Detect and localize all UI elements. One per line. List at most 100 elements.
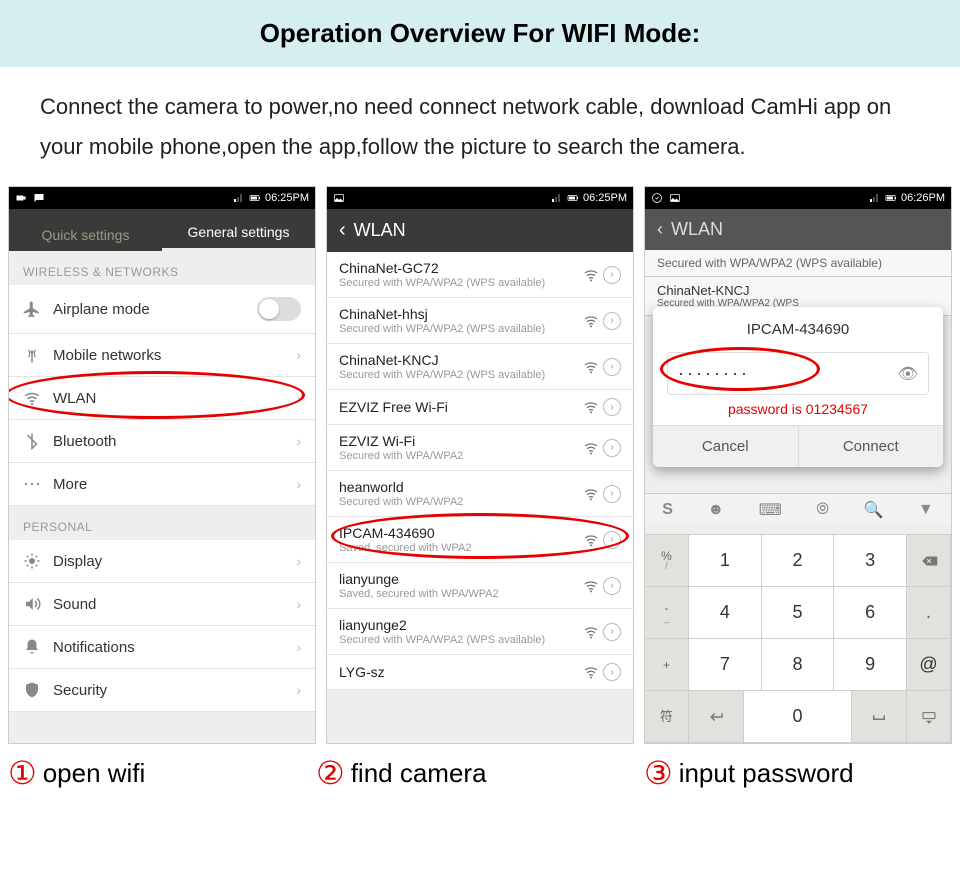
status-time: 06:25PM xyxy=(583,192,627,204)
eye-icon[interactable]: 👁 xyxy=(898,364,918,384)
network-row[interactable]: ChinaNet-GC72Secured with WPA/WPA2 (WPS … xyxy=(327,252,633,298)
network-row[interactable]: LYG-sz› xyxy=(327,655,633,690)
network-detail-icon[interactable]: › xyxy=(603,663,621,681)
step-number: ② xyxy=(316,754,345,792)
network-detail-icon[interactable]: › xyxy=(603,398,621,416)
step-number: ③ xyxy=(644,754,673,792)
status-time: 06:25PM xyxy=(265,192,309,204)
wifi-icon xyxy=(583,532,599,548)
key-symbol[interactable]: 符 xyxy=(645,691,689,743)
network-detail-icon[interactable]: › xyxy=(603,358,621,376)
row-wlan[interactable]: WLAN › xyxy=(9,377,315,420)
key-3[interactable]: 3 xyxy=(834,535,907,587)
key-6[interactable]: 6 xyxy=(834,587,907,639)
dim-row: Secured with WPA/WPA2 (WPS available) xyxy=(645,250,951,277)
dialog-title: IPCAM-434690 xyxy=(653,307,943,352)
network-row[interactable]: EZVIZ Free Wi-Fi › xyxy=(327,390,633,425)
row-more[interactable]: ⋯ More › xyxy=(9,463,315,506)
keyboard-toolbar: S ☻ ⌨ ⦾ 🔍 ▼ xyxy=(645,493,951,525)
captions-row: ① open wifi ② find camera ③ input passwo… xyxy=(0,744,960,812)
back-icon: ‹ xyxy=(657,219,663,240)
network-row[interactable]: heanworldSecured with WPA/WPA2› xyxy=(327,471,633,517)
chevron-icon: › xyxy=(296,682,301,698)
row-display[interactable]: Display › xyxy=(9,540,315,583)
row-sound[interactable]: Sound › xyxy=(9,583,315,626)
key-8[interactable]: 8 xyxy=(762,639,835,691)
network-detail-icon[interactable]: › xyxy=(603,439,621,457)
key-7[interactable]: 7 xyxy=(689,639,762,691)
network-list: ChinaNet-GC72Secured with WPA/WPA2 (WPS … xyxy=(327,252,633,690)
kb-emoji-icon[interactable]: ☻ xyxy=(707,501,724,519)
network-row[interactable]: ChinaNet-hhsjSecured with WPA/WPA2 (WPS … xyxy=(327,298,633,344)
tab-general-settings[interactable]: General settings xyxy=(162,224,315,251)
wifi-icon xyxy=(583,578,599,594)
network-row[interactable]: lianyunge2Secured with WPA/WPA2 (WPS ava… xyxy=(327,609,633,655)
password-input[interactable]: ········ 👁 xyxy=(667,352,929,395)
key-2[interactable]: 2 xyxy=(762,535,835,587)
kb-search-icon[interactable]: 🔍 xyxy=(864,500,884,520)
cancel-button[interactable]: Cancel xyxy=(653,426,798,467)
key-return[interactable] xyxy=(689,691,744,743)
key-side[interactable]: -_ xyxy=(645,587,689,639)
network-sub: Secured with WPA/WPA2 xyxy=(339,496,583,508)
network-sub: Secured with WPA/WPA2 (WPS available) xyxy=(339,277,583,289)
network-name: ChinaNet-GC72 xyxy=(339,260,583,276)
row-mobile-networks[interactable]: Mobile networks › xyxy=(9,334,315,377)
row-airplane[interactable]: Airplane mode xyxy=(9,285,315,334)
network-row[interactable]: IPCAM-434690Saved, secured with WPA2› xyxy=(327,517,633,563)
display-icon xyxy=(23,552,41,570)
row-label: Notifications xyxy=(53,639,284,656)
kb-keyboard-icon[interactable]: ⌨ xyxy=(759,500,782,520)
airplane-icon xyxy=(23,300,41,318)
airplane-toggle[interactable] xyxy=(257,297,301,321)
kb-s-icon[interactable]: S xyxy=(662,501,673,519)
network-row[interactable]: lianyungeSaved, secured with WPA/WPA2› xyxy=(327,563,633,609)
key-backspace[interactable] xyxy=(907,535,951,587)
network-row[interactable]: ChinaNet-KNCJSecured with WPA/WPA2 (WPS … xyxy=(327,344,633,390)
key-hide[interactable] xyxy=(907,691,951,743)
key-at[interactable]: @ xyxy=(907,639,951,691)
kb-collapse-icon[interactable]: ▼ xyxy=(918,501,934,519)
key-5[interactable]: 5 xyxy=(762,587,835,639)
key-side[interactable]: + xyxy=(645,639,689,691)
key-dot[interactable]: . xyxy=(907,587,951,639)
wifi-icon xyxy=(583,359,599,375)
battery-icon xyxy=(249,192,261,204)
network-detail-icon[interactable]: › xyxy=(603,531,621,549)
signal-icon xyxy=(551,192,563,204)
key-1[interactable]: 1 xyxy=(689,535,762,587)
network-detail-icon[interactable]: › xyxy=(603,623,621,641)
network-row[interactable]: EZVIZ Wi-FiSecured with WPA/WPA2› xyxy=(327,425,633,471)
network-name: EZVIZ Free Wi-Fi xyxy=(339,399,583,415)
row-notifications[interactable]: Notifications › xyxy=(9,626,315,669)
chevron-icon: › xyxy=(296,639,301,655)
network-name: EZVIZ Wi-Fi xyxy=(339,433,583,449)
row-label: Sound xyxy=(53,596,284,613)
kb-cursor-icon[interactable]: ⦾ xyxy=(816,501,829,519)
section-wireless: WIRELESS & NETWORKS xyxy=(9,251,315,285)
password-dots: ········ xyxy=(678,363,750,384)
row-security[interactable]: Security › xyxy=(9,669,315,712)
key-9[interactable]: 9 xyxy=(834,639,907,691)
password-dialog: IPCAM-434690 ········ 👁 password is 0123… xyxy=(653,307,943,467)
network-detail-icon[interactable]: › xyxy=(603,312,621,330)
key-4[interactable]: 4 xyxy=(689,587,762,639)
dialog-buttons: Cancel Connect xyxy=(653,425,943,467)
key-side[interactable]: %/ xyxy=(645,535,689,587)
row-bluetooth[interactable]: Bluetooth › xyxy=(9,420,315,463)
network-name: ChinaNet-hhsj xyxy=(339,306,583,322)
network-detail-icon[interactable]: › xyxy=(603,266,621,284)
phones-row: 06:25PM Quick settings General settings … xyxy=(0,186,960,744)
connect-button[interactable]: Connect xyxy=(798,426,944,467)
network-detail-icon[interactable]: › xyxy=(603,485,621,503)
chevron-icon: › xyxy=(296,390,301,406)
back-icon[interactable]: ‹ xyxy=(339,219,346,242)
wlan-title: WLAN xyxy=(354,220,406,241)
tab-quick-settings[interactable]: Quick settings xyxy=(9,227,162,251)
key-space[interactable] xyxy=(852,691,907,743)
wlan-header-dim: ‹ WLAN xyxy=(645,209,951,250)
status-bar: 06:25PM xyxy=(9,187,315,209)
wifi-icon xyxy=(23,389,41,407)
key-0[interactable]: 0 xyxy=(744,691,853,743)
network-detail-icon[interactable]: › xyxy=(603,577,621,595)
